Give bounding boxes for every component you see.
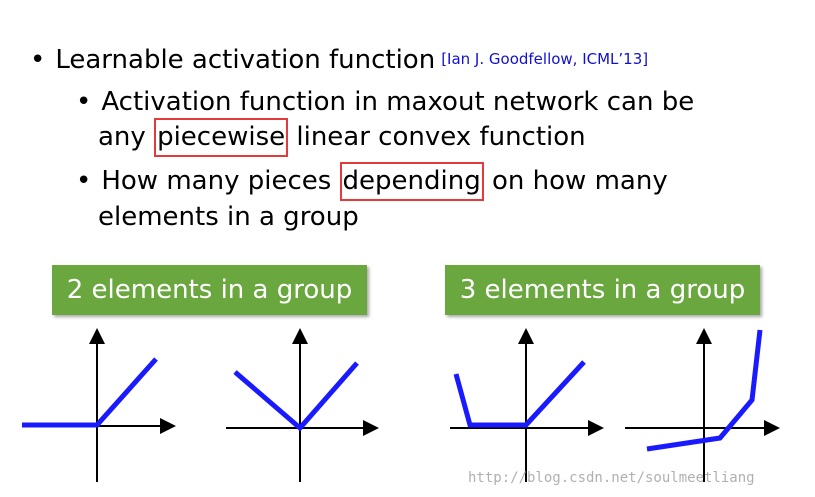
plot-relu-curve <box>22 357 158 428</box>
plot-abs-axes <box>226 328 379 482</box>
plot-three-piece-a-axes <box>450 328 604 482</box>
watermark: http://blog.csdn.net/soulmeetliang <box>468 470 755 486</box>
plot-relu-axes <box>22 328 176 482</box>
plot-three-piece-b-axes <box>625 328 780 482</box>
plot-three-piece-a-curve <box>453 360 586 428</box>
plot-abs-curve <box>233 361 359 432</box>
plot-relu <box>22 328 780 482</box>
